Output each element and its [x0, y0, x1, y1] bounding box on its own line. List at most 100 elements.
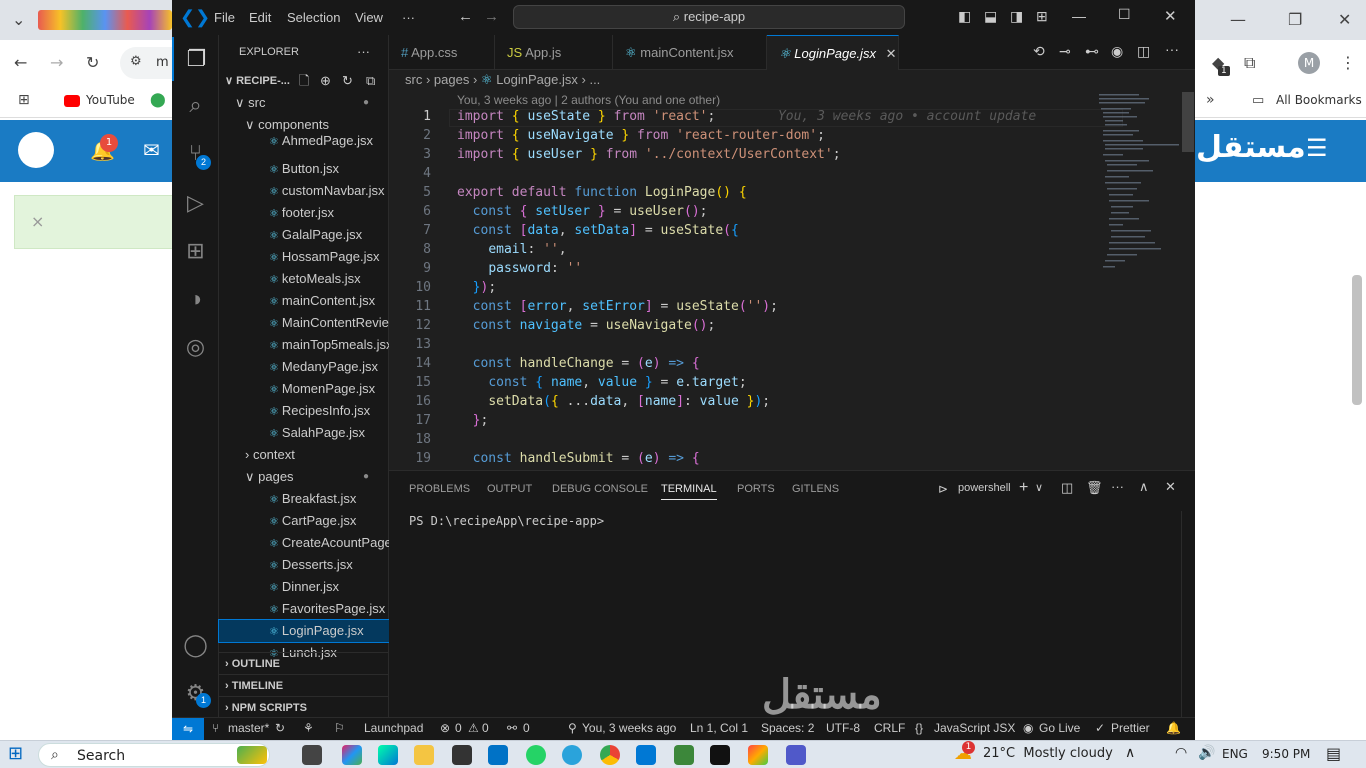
panel-tab-output[interactable]: OUTPUT	[487, 483, 532, 495]
status-blame[interactable]: You, 3 weeks ago	[582, 721, 676, 735]
file-item[interactable]: ⚛ MedanyPage.jsx	[219, 356, 389, 378]
outline-section[interactable]: › OUTLINE	[219, 652, 389, 674]
extensions-icon[interactable]: ⊞	[172, 229, 219, 273]
status-spaces[interactable]: Spaces: 2	[761, 721, 814, 735]
toggle-sidebar-icon[interactable]: ◧	[958, 8, 971, 25]
taskbar-search[interactable]: ⌕ Search	[38, 743, 270, 767]
hamburger-menu-icon[interactable]: ☰	[1306, 134, 1328, 162]
remote-indicator-icon[interactable]: ⇋	[172, 718, 204, 740]
file-item[interactable]: ⚛ AhmedPage.jsx	[219, 130, 389, 152]
settings-gear-icon[interactable]: ⚙	[172, 671, 219, 715]
tray-chevron-up-icon[interactable]: ∧	[1125, 745, 1135, 761]
panel-tab-ports[interactable]: PORTS	[737, 483, 775, 495]
menu-file[interactable]: File	[214, 10, 235, 25]
trash-icon[interactable]: 🗑	[1086, 480, 1103, 496]
task-view-icon[interactable]	[302, 745, 322, 765]
pinned-tabs-favicons[interactable]	[38, 10, 172, 30]
folder-item[interactable]: ∨ src ●	[219, 92, 389, 114]
new-folder-icon[interactable]: ⊕	[320, 70, 331, 92]
breadcrumb-src[interactable]: src	[405, 72, 422, 87]
language-indicator[interactable]: ENG	[1222, 747, 1248, 761]
maximize-icon[interactable]: ☐	[1118, 6, 1131, 23]
status-errors[interactable]: 0	[455, 721, 462, 735]
explorer-icon[interactable]: ❐	[172, 37, 219, 81]
remote-explorer-icon[interactable]: ◎	[172, 325, 219, 369]
panel-tab-gitlens[interactable]: GITLENS	[792, 483, 839, 495]
timeline-section[interactable]: › TIMELINE	[219, 674, 389, 696]
copilot-icon[interactable]	[342, 745, 362, 765]
status-branch[interactable]: master*	[228, 721, 269, 735]
apps-grid-icon[interactable]: ⊞	[18, 92, 30, 108]
run-debug-icon[interactable]: ▷	[172, 181, 219, 225]
explorer-more-icon[interactable]: ···	[357, 44, 370, 59]
gitlens-icon[interactable]: ◑	[172, 277, 219, 321]
chevron-down-icon[interactable]: ∨	[1035, 481, 1043, 494]
status-encoding[interactable]: UTF-8	[826, 721, 860, 735]
volume-icon[interactable]: 🔊	[1198, 745, 1215, 761]
site-logo[interactable]: مستقل	[1196, 130, 1306, 165]
notifications-bell-icon[interactable]: 🔔	[1166, 721, 1181, 735]
status-launchpad[interactable]: Launchpad	[364, 721, 423, 735]
minimize-icon[interactable]: —	[1230, 10, 1246, 29]
file-item[interactable]: ⚛ Dinner.jsx	[219, 576, 389, 598]
toggle-panel-icon[interactable]: ⬓	[984, 8, 997, 25]
file-item[interactable]: ⚛ mainTop5meals.jsx	[219, 334, 389, 356]
status-eol[interactable]: CRLF	[874, 721, 905, 735]
panel-tab-terminal[interactable]: TERMINAL	[661, 483, 717, 500]
teams-icon[interactable]	[786, 745, 806, 765]
file-item[interactable]: ⚛ FavoritesPage.jsx	[219, 598, 389, 620]
menu-selection[interactable]: Selection	[287, 10, 340, 25]
file-item[interactable]: ⚛ MomenPage.jsx	[219, 378, 389, 400]
wifi-icon[interactable]: ◠	[1175, 745, 1187, 761]
chrome-icon[interactable]	[600, 745, 620, 765]
telegram-icon[interactable]	[562, 745, 582, 765]
notification-center-icon[interactable]: ▤	[1326, 744, 1341, 763]
file-item[interactable]: ⚛ footer.jsx	[219, 202, 389, 224]
store-icon[interactable]	[452, 745, 472, 765]
tab-search-icon[interactable]: ⌄	[12, 10, 25, 29]
breadcrumb-file[interactable]: LoginPage.jsx	[496, 72, 578, 87]
windows-start-icon[interactable]: ⊞	[8, 743, 23, 764]
reload-icon[interactable]: ↻	[86, 53, 99, 72]
editor-more-icon[interactable]: ···	[1165, 41, 1179, 57]
minimap[interactable]	[1097, 92, 1179, 272]
source-control-icon[interactable]: ⑂	[172, 131, 219, 175]
tab-app-js[interactable]: JS App.js	[495, 35, 613, 70]
customize-layout-icon[interactable]: ⊞	[1036, 8, 1048, 25]
tab-loginpage-jsx[interactable]: ⚛ LoginPage.jsx ✕	[767, 35, 899, 70]
edge-icon[interactable]	[378, 745, 398, 765]
close-icon[interactable]: ✕	[1164, 7, 1177, 25]
terminal-app-icon[interactable]	[710, 745, 730, 765]
more-bookmarks-icon[interactable]: »	[1206, 92, 1215, 108]
forward-icon[interactable]: →	[50, 53, 63, 72]
status-position[interactable]: Ln 1, Col 1	[690, 721, 748, 735]
folder-item[interactable]: ∨ pages ●	[219, 466, 389, 488]
panel-tab-problems[interactable]: PROBLEMS	[409, 483, 470, 495]
mail-icon[interactable]: ✉	[143, 138, 160, 162]
vscode-taskbar-icon[interactable]	[636, 745, 656, 765]
nav-back-icon[interactable]: ←	[458, 8, 473, 25]
nodejs-icon[interactable]	[674, 745, 694, 765]
back-icon[interactable]: ←	[14, 53, 27, 72]
breadcrumb-symbol[interactable]: ...	[589, 72, 600, 87]
project-root[interactable]: ∨ RECIPE-... 🗋 ⊕ ↻ ⧉	[219, 70, 389, 92]
terminal-scrollbar[interactable]	[1181, 511, 1191, 718]
file-item[interactable]: ⚛ Desserts.jsx	[219, 554, 389, 576]
file-item[interactable]: ⚛ HossamPage.jsx	[219, 246, 389, 268]
close-window-icon[interactable]: ✕	[1338, 10, 1351, 29]
address-bar[interactable]: ⚙ m	[120, 47, 172, 79]
tab-maincontent-jsx[interactable]: ⚛ mainContent.jsx	[613, 35, 767, 70]
bookmark-youtube[interactable]: YouTube	[86, 93, 135, 107]
terminal-profile[interactable]: powershell	[958, 482, 1011, 494]
minimize-icon[interactable]: —	[1072, 8, 1086, 24]
tab-close-icon[interactable]: ✕	[886, 46, 897, 61]
previous-change-icon[interactable]: ⊸	[1059, 43, 1071, 60]
site-info-icon[interactable]: ⚙	[130, 54, 142, 69]
browser-scrollbar[interactable]	[1352, 275, 1362, 405]
menu-more[interactable]: ···	[402, 10, 415, 25]
next-change-icon[interactable]: ⊷	[1085, 43, 1099, 60]
status-ports[interactable]: 0	[523, 721, 530, 735]
new-file-icon[interactable]: 🗋	[299, 70, 309, 92]
breadcrumb-pages[interactable]: pages	[434, 72, 469, 87]
user-avatar[interactable]	[18, 132, 54, 168]
